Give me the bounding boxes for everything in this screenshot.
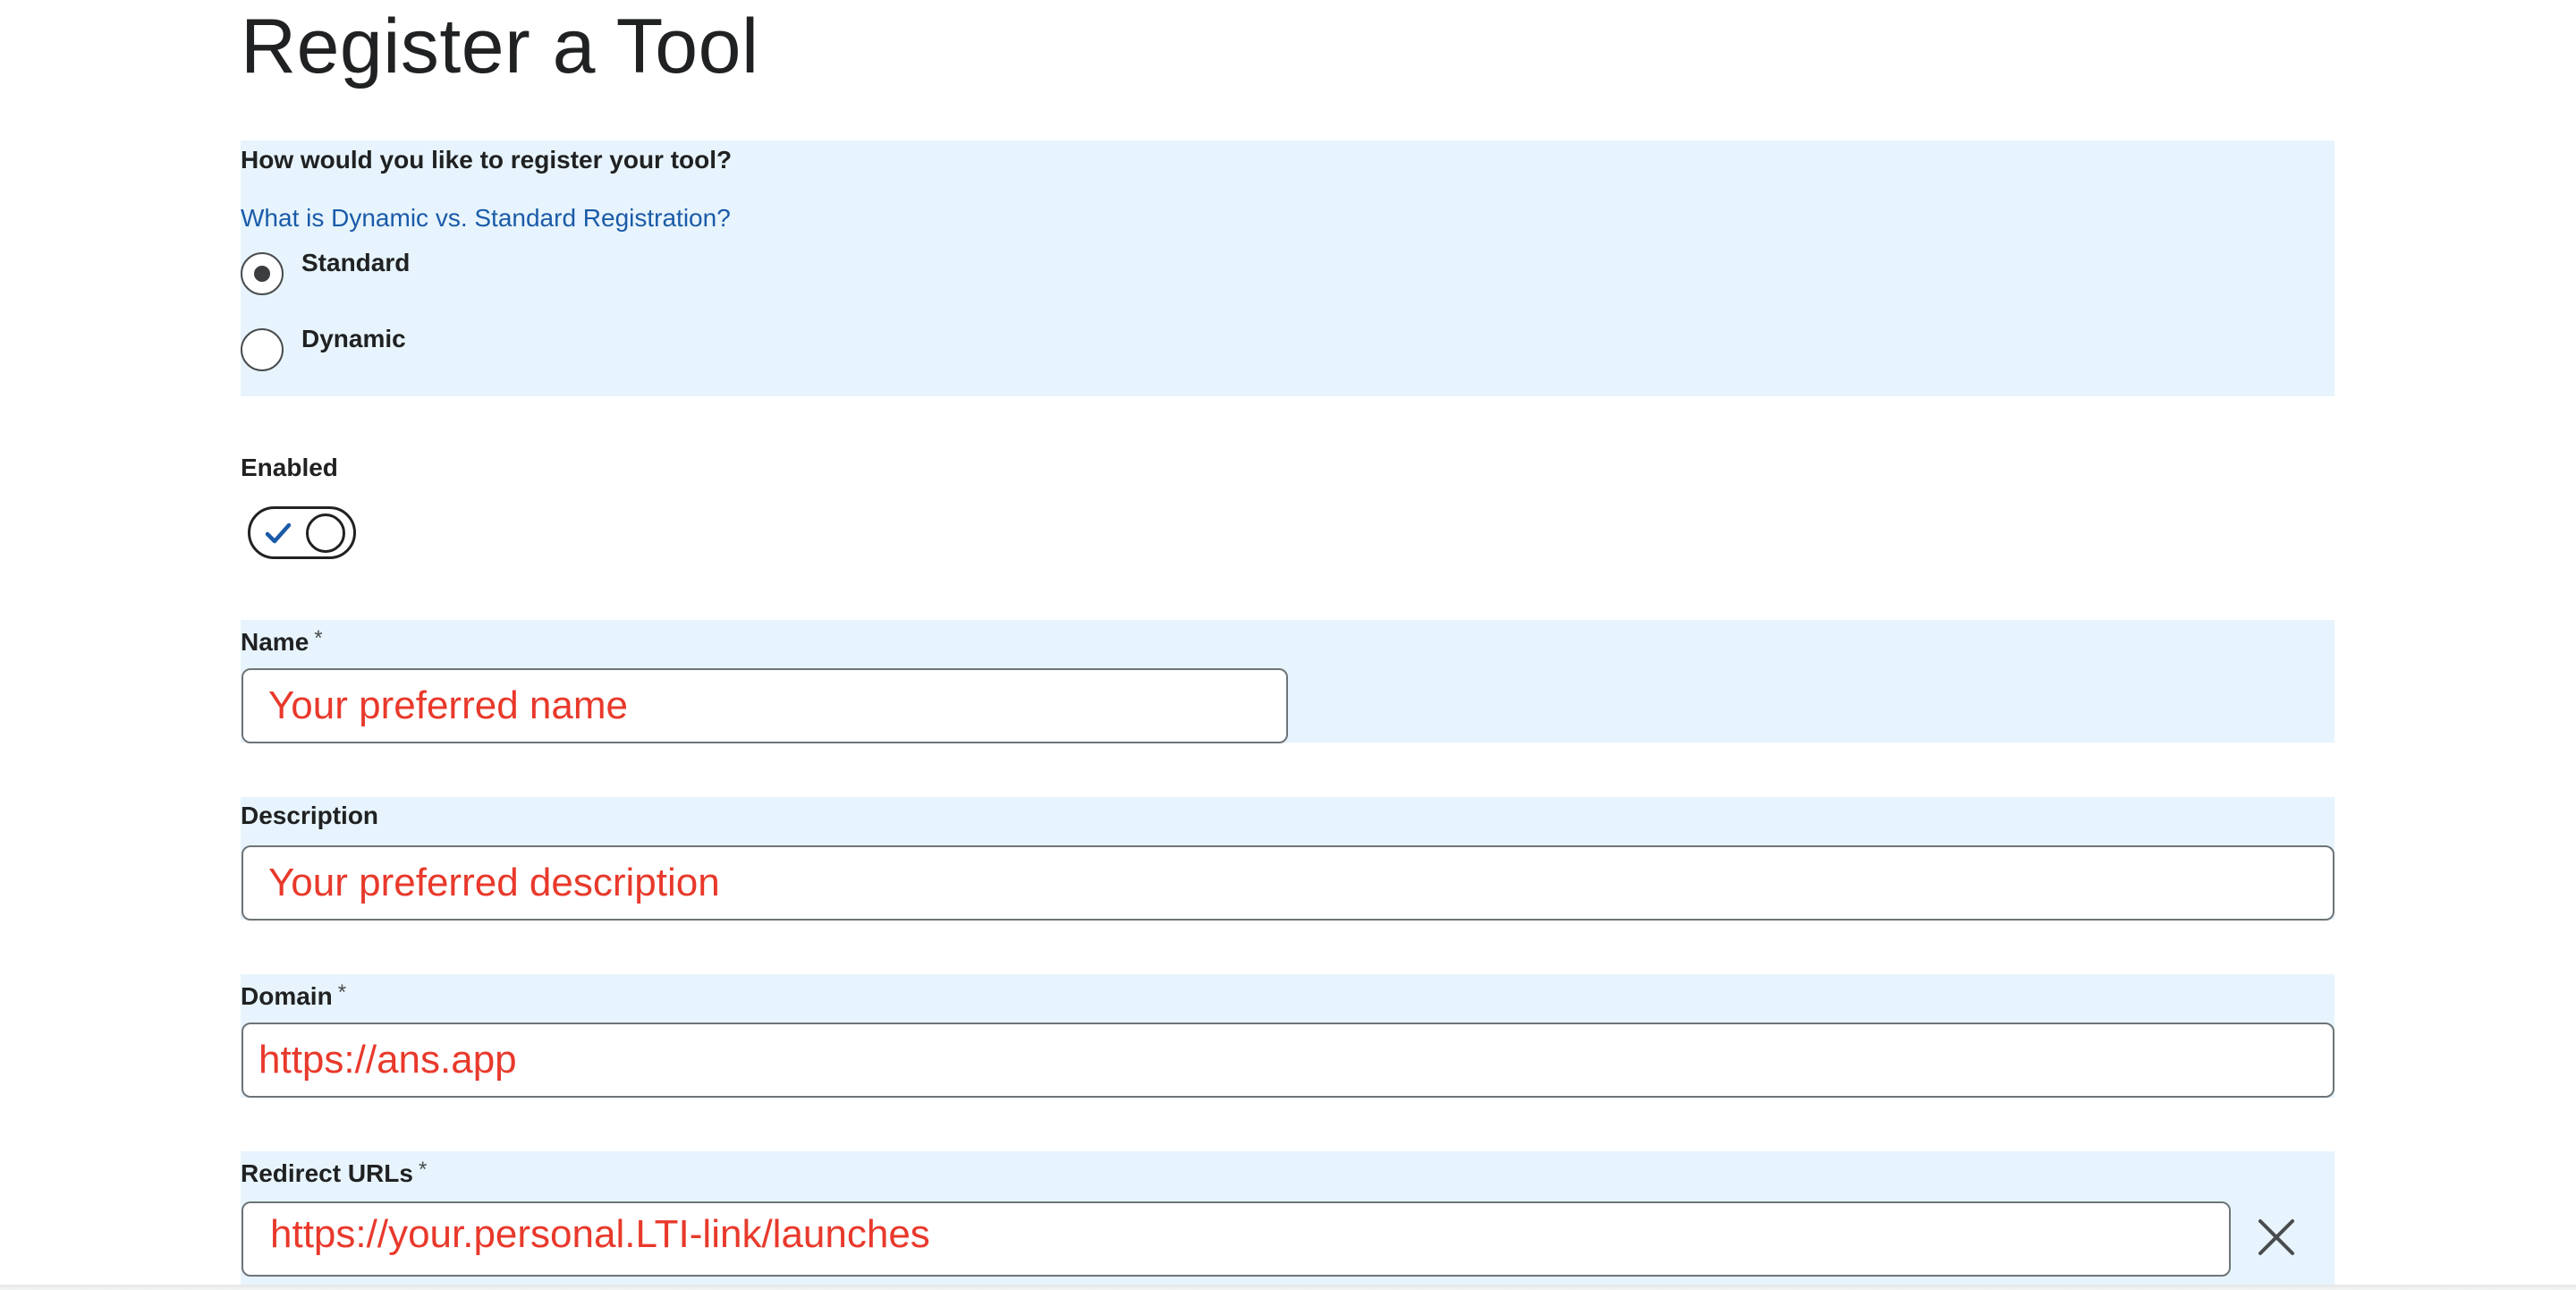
bottom-edge [0, 1285, 2576, 1290]
name-label: Name * [241, 626, 323, 656]
radio-dynamic-label: Dynamic [301, 325, 406, 352]
close-icon[interactable] [2257, 1218, 2296, 1257]
redirect-url-input[interactable]: https://your.personal.LTI-link/launches [242, 1201, 2231, 1277]
domain-label: Domain * [241, 980, 347, 1010]
enabled-label: Enabled [241, 454, 338, 481]
registration-type-section [241, 140, 2334, 396]
redirect-urls-label: Redirect URLs * [241, 1158, 428, 1187]
name-input[interactable]: Your preferred name [242, 668, 1288, 743]
radio-standard-button[interactable] [241, 252, 284, 295]
radio-standard[interactable]: Standard [241, 248, 411, 295]
registration-help-link[interactable]: What is Dynamic vs. Standard Registratio… [241, 203, 731, 233]
toggle-knob [306, 513, 345, 553]
description-input[interactable]: Your preferred description [242, 845, 2334, 921]
checkmark-icon [265, 522, 292, 544]
radio-dynamic-button[interactable] [241, 328, 284, 371]
page-title: Register a Tool [241, 4, 759, 89]
radio-dynamic[interactable]: Dynamic [241, 324, 406, 371]
domain-input[interactable]: https://ans.app [242, 1023, 2334, 1098]
radio-standard-label: Standard [301, 249, 411, 276]
registration-question: How would you like to register your tool… [241, 146, 733, 174]
description-label: Description [241, 802, 379, 829]
enabled-toggle[interactable] [248, 506, 356, 559]
